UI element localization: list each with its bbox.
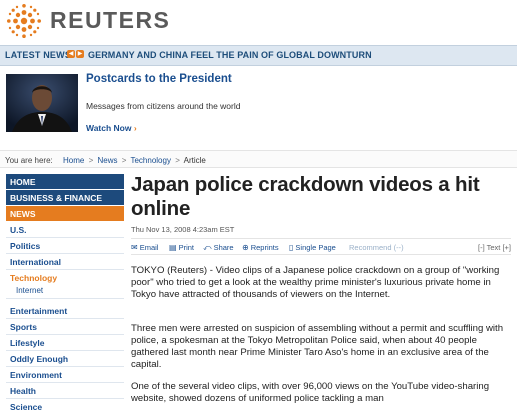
- page-icon: ▯: [289, 243, 294, 252]
- breadcrumb-current: Article: [183, 156, 206, 165]
- article-title: Japan police crackdown videos a hit onli…: [131, 173, 480, 220]
- ticker-controls: ◀ ▶: [67, 50, 85, 68]
- breadcrumb-technology[interactable]: Technology: [130, 156, 170, 165]
- text-size-control[interactable]: [-] Text [+]: [478, 243, 511, 252]
- latest-news-ticker: LATEST NEWS ◀ ▶ GERMANY AND CHINA FEEL TH…: [0, 45, 517, 66]
- nav-item-science[interactable]: Science: [6, 399, 124, 412]
- article-paragraph: TOKYO (Reuters) - Video clips of a Japan…: [131, 265, 500, 300]
- breadcrumb-news[interactable]: News: [97, 156, 117, 165]
- nav-item-environment[interactable]: Environment: [6, 367, 124, 383]
- promo-image[interactable]: [6, 74, 78, 132]
- reprints-icon: ⊕: [242, 243, 249, 252]
- article-paragraph: Three men were arrested on suspicion of …: [131, 323, 504, 370]
- breadcrumb-separator: >: [121, 156, 127, 165]
- nav-item-health[interactable]: Health: [6, 383, 124, 399]
- ticker-next-icon[interactable]: ▶: [76, 50, 84, 58]
- nav-item-business-finance[interactable]: BUSINESS & FINANCE: [6, 190, 124, 206]
- watch-now-link[interactable]: Watch Now ›: [86, 123, 137, 133]
- recommend-button[interactable]: Recommend (--): [349, 243, 404, 252]
- nav-item-international[interactable]: International: [6, 254, 124, 270]
- share-button[interactable]: ⤺ Share: [203, 243, 234, 253]
- nav-item-entertainment[interactable]: Entertainment: [6, 303, 124, 319]
- breadcrumb-home[interactable]: Home: [63, 156, 84, 165]
- section-nav: HOME BUSINESS & FINANCE NEWS U.S. Politi…: [6, 174, 124, 412]
- nav-item-lifestyle[interactable]: Lifestyle: [6, 335, 124, 351]
- nav-item-politics[interactable]: Politics: [6, 238, 124, 254]
- share-icon: ⤺: [203, 243, 212, 252]
- nav-item-internet[interactable]: Internet: [6, 286, 124, 299]
- breadcrumb-label: You are here:: [5, 156, 53, 165]
- article-paragraph: One of the several video clips, with ove…: [131, 381, 490, 404]
- site-header: REUTERS: [0, 0, 517, 40]
- breadcrumb-separator: >: [175, 156, 180, 165]
- article-toolbar: ✉ Email ▤ Print ⤺ Share ⊕ Reprints ▯ Single P…: [131, 238, 511, 255]
- ticker-prev-icon[interactable]: ◀: [67, 50, 75, 58]
- nav-item-sports[interactable]: Sports: [6, 319, 124, 335]
- brand-name[interactable]: REUTERS: [50, 7, 170, 34]
- nav-item-technology[interactable]: Technology: [6, 270, 124, 286]
- printer-icon: ▤: [169, 243, 177, 252]
- article-date: Thu Nov 13, 2008 4:23am EST: [131, 225, 235, 234]
- ticker-headline[interactable]: GERMANY AND CHINA FEEL THE PAIN OF GLOBA…: [88, 50, 372, 60]
- single-page-button[interactable]: ▯ Single Page: [289, 243, 336, 252]
- promo-description: Messages from citizens around the world: [86, 101, 241, 111]
- email-button[interactable]: ✉ Email: [131, 243, 158, 252]
- nav-item-us[interactable]: U.S.: [6, 222, 124, 238]
- nav-item-oddly-enough[interactable]: Oddly Enough: [6, 351, 124, 367]
- print-button[interactable]: ▤ Print: [169, 243, 194, 252]
- chevron-right-icon: ›: [133, 123, 137, 133]
- watch-now-label[interactable]: Watch Now: [86, 123, 132, 133]
- nav-item-news[interactable]: NEWS: [6, 206, 124, 222]
- ticker-label: LATEST NEWS: [5, 50, 72, 60]
- nav-item-home[interactable]: HOME: [6, 174, 124, 190]
- reuters-logo-icon[interactable]: [6, 3, 42, 39]
- reprints-button[interactable]: ⊕ Reprints: [242, 243, 279, 252]
- breadcrumb-separator: >: [88, 156, 94, 165]
- envelope-icon: ✉: [131, 243, 138, 252]
- breadcrumb: You are here: Home > News > Technology >…: [0, 150, 517, 168]
- promo-title[interactable]: Postcards to the President: [86, 73, 256, 86]
